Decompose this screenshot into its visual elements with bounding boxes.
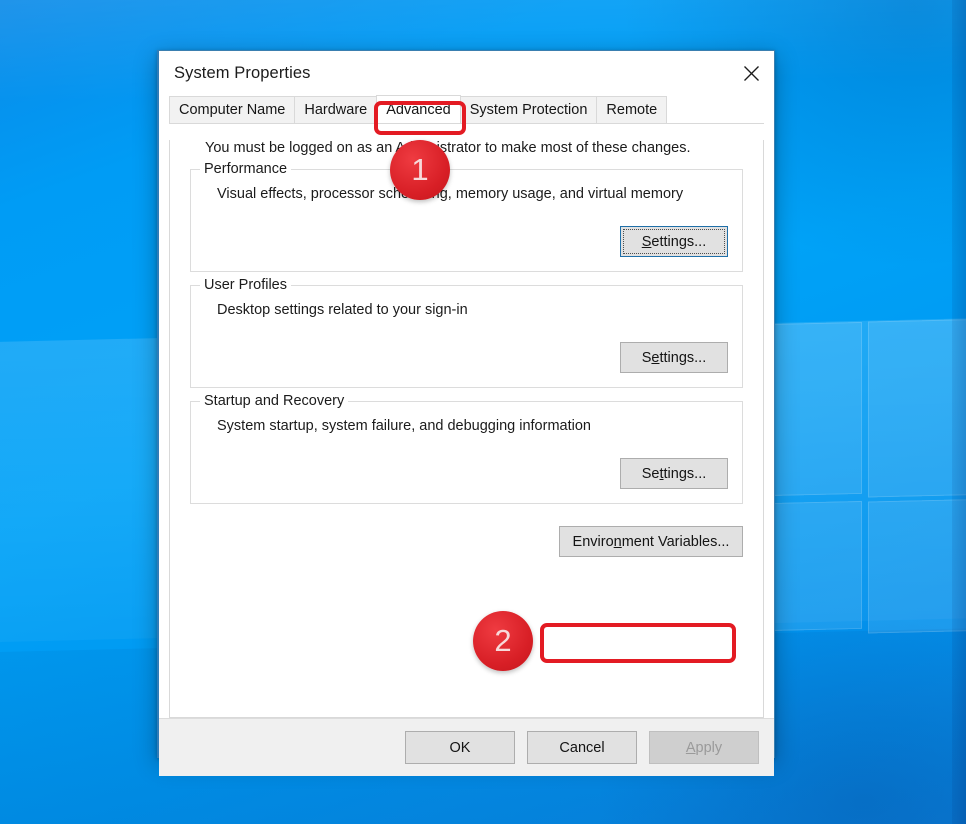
tab-page-advanced: You must be logged on as an Administrato… xyxy=(169,140,764,718)
user-profiles-settings-accel: e xyxy=(651,349,660,366)
environment-variables-prefix: Enviro xyxy=(572,533,614,550)
apply-button-accel: A xyxy=(685,739,696,756)
startup-recovery-settings-prefix: Se xyxy=(641,465,660,482)
windows-logo-pane-bottom-right xyxy=(868,498,966,634)
system-properties-dialog: System Properties Computer Name Hardware… xyxy=(157,50,775,776)
tab-computer-name[interactable]: Computer Name xyxy=(169,96,296,123)
user-profiles-settings-suffix: ttings... xyxy=(659,349,707,366)
environment-variables-suffix: ment Variables... xyxy=(621,533,730,550)
group-performance-button-row: Settings... xyxy=(205,226,728,257)
desktop-background: System Properties Computer Name Hardware… xyxy=(0,0,966,824)
group-user-profiles-button-row: Se ttings... xyxy=(205,342,728,373)
group-user-profiles: User Profiles Desktop settings related t… xyxy=(190,277,743,388)
step-badge-1: 1 xyxy=(390,140,450,200)
user-profiles-settings-prefix: S xyxy=(641,349,652,366)
group-startup-and-recovery-button-row: Se t tings... xyxy=(205,458,728,489)
group-user-profiles-title: User Profiles xyxy=(200,277,291,293)
close-button[interactable] xyxy=(728,52,774,95)
startup-recovery-settings-button[interactable]: Se t tings... xyxy=(620,458,728,489)
dialog-footer: OK Cancel Apply xyxy=(159,718,774,776)
close-icon xyxy=(743,65,760,82)
group-user-profiles-description: Desktop settings related to your sign-in xyxy=(217,302,468,318)
tab-hardware[interactable]: Hardware xyxy=(294,96,378,123)
apply-button: Apply xyxy=(649,731,759,764)
performance-settings-button[interactable]: Settings... xyxy=(620,226,728,257)
ok-button-label: OK xyxy=(449,739,471,756)
group-startup-and-recovery: Startup and Recovery System startup, sys… xyxy=(190,393,743,504)
performance-settings-label: ettings... xyxy=(651,233,707,250)
apply-button-label: pply xyxy=(695,739,723,756)
step-badge-2: 2 xyxy=(473,611,533,671)
performance-settings-accel: S xyxy=(641,233,652,250)
tab-remote[interactable]: Remote xyxy=(596,96,668,123)
group-performance-description: Visual effects, processor scheduling, me… xyxy=(217,186,684,202)
startup-recovery-settings-suffix: tings... xyxy=(663,465,707,482)
cancel-button-label: Cancel xyxy=(559,739,605,756)
administrator-note: You must be logged on as an Administrato… xyxy=(205,140,691,156)
dialog-titlebar: System Properties xyxy=(159,51,774,95)
cancel-button[interactable]: Cancel xyxy=(527,731,637,764)
tab-strip: Computer Name Hardware Advanced System P… xyxy=(169,95,764,124)
group-performance-title: Performance xyxy=(200,161,292,177)
ok-button[interactable]: OK xyxy=(405,731,515,764)
group-startup-and-recovery-description: System startup, system failure, and debu… xyxy=(217,418,591,434)
windows-logo-pane-bottom-left xyxy=(768,500,862,632)
windows-logo-pane-top-right xyxy=(868,318,966,498)
environment-variables-button[interactable]: Enviro n ment Variables... xyxy=(559,526,743,557)
dialog-title: System Properties xyxy=(174,63,311,82)
tab-advanced[interactable]: Advanced xyxy=(376,95,461,123)
windows-logo-pane-top-left xyxy=(768,321,862,497)
tab-system-protection[interactable]: System Protection xyxy=(459,96,598,123)
environment-variables-accel: n xyxy=(613,533,622,550)
group-startup-and-recovery-title: Startup and Recovery xyxy=(200,393,349,409)
wallpaper-right-edge-shade xyxy=(952,0,966,824)
environment-variables-row: Enviro n ment Variables... xyxy=(170,526,743,557)
user-profiles-settings-button[interactable]: Se ttings... xyxy=(620,342,728,373)
group-performance: Performance Visual effects, processor sc… xyxy=(190,161,743,272)
